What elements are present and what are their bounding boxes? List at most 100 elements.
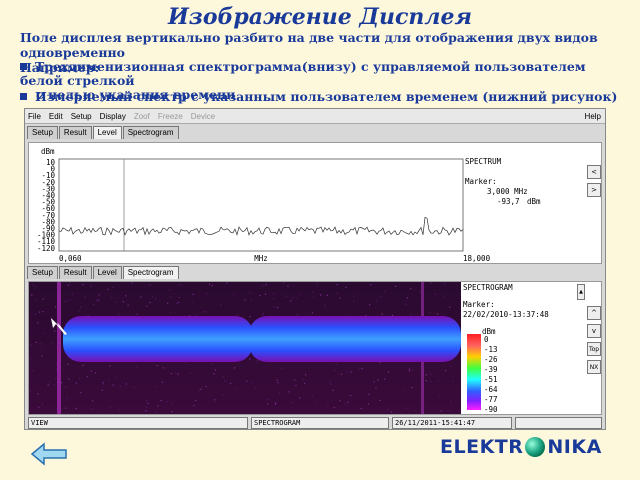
noise-speck [176, 302, 178, 304]
noise-speck [39, 343, 41, 345]
noise-speck [370, 284, 372, 286]
noise-speck [55, 378, 57, 380]
noise-speck [244, 299, 246, 301]
noise-speck [161, 381, 163, 383]
noise-speck [359, 368, 361, 370]
menu-help[interactable]: Help [585, 112, 601, 121]
noise-speck [195, 399, 197, 401]
spectrum-plot-area [58, 158, 464, 252]
spectrum-prev-button[interactable]: < [587, 165, 601, 179]
noise-speck [326, 294, 328, 296]
spectrogram-nx-button[interactable]: NX [587, 360, 601, 374]
noise-speck [335, 363, 337, 365]
scale-label: -90 [484, 405, 498, 414]
tab-level-top[interactable]: Level [92, 126, 122, 139]
tab-result-bottom[interactable]: Result [58, 266, 92, 279]
noise-speck [353, 295, 355, 297]
noise-speck [450, 401, 452, 403]
tab-setup-top[interactable]: Setup [27, 126, 58, 139]
noise-speck [316, 282, 318, 284]
noise-speck [120, 386, 122, 388]
tab-result-top[interactable]: Result [58, 126, 92, 139]
noise-speck [405, 303, 407, 305]
noise-speck [199, 389, 201, 392]
scale-label: 0 [484, 335, 489, 344]
noise-speck [267, 403, 269, 405]
menu-setup[interactable]: Setup [71, 112, 92, 121]
noise-speck [79, 377, 81, 379]
noise-speck [41, 355, 43, 357]
noise-speck [450, 365, 452, 367]
noise-speck [155, 298, 157, 300]
logo-text-left: ELEKTR [440, 436, 524, 458]
back-arrow-icon[interactable] [30, 440, 70, 466]
noise-speck [352, 300, 355, 302]
noise-speck [35, 285, 37, 288]
noise-speck [140, 296, 142, 298]
noise-speck [295, 297, 297, 299]
noise-speck [361, 367, 363, 370]
spectrogram-down-button[interactable]: v [587, 324, 601, 338]
noise-speck [170, 296, 172, 298]
menu-file[interactable]: File [28, 112, 41, 121]
spectrogram-top-button[interactable]: Top [587, 342, 601, 356]
noise-speck [155, 411, 157, 413]
tab-spectrogram-bottom[interactable]: Spectrogram [122, 266, 179, 279]
noise-speck [191, 301, 193, 303]
noise-speck [67, 363, 69, 365]
spectrum-next-button[interactable]: > [587, 183, 601, 197]
noise-speck [29, 357, 31, 359]
noise-speck [177, 373, 179, 375]
menu-device[interactable]: Device [191, 112, 215, 121]
menu-edit[interactable]: Edit [49, 112, 63, 121]
noise-speck [30, 344, 32, 346]
noise-speck [336, 292, 338, 294]
noise-speck [275, 403, 277, 405]
bullet-2-text: Измеряемый спектр с указанным пользовате… [35, 89, 618, 104]
noise-speck [160, 400, 162, 402]
tab-spectrogram-top[interactable]: Spectrogram [122, 126, 179, 139]
noise-speck [334, 369, 336, 371]
spectrum-marker-level: -93,7 [497, 197, 520, 206]
noise-speck [149, 301, 151, 304]
noise-speck [262, 314, 264, 316]
noise-speck [330, 383, 332, 385]
spectrum-y-ticks: 100-10-20-30-40-50-60-70-80-90-100-110-1… [37, 158, 56, 253]
noise-speck [98, 294, 100, 296]
spectrogram-up-button[interactable]: ^ [587, 306, 601, 320]
noise-speck [290, 300, 292, 302]
noise-speck [277, 382, 279, 384]
noise-speck [95, 372, 97, 374]
noise-speck [409, 370, 411, 372]
noise-speck [78, 310, 80, 312]
scale-label: -51 [484, 375, 498, 384]
scale-label: -39 [484, 365, 498, 374]
spectrogram-scroll-icon[interactable]: ▲ [577, 284, 585, 300]
spectrum-marker-label: Marker: [465, 177, 497, 186]
noise-speck [35, 341, 37, 343]
tab-setup-bottom[interactable]: Setup [27, 266, 58, 279]
noise-speck [34, 313, 36, 316]
noise-speck [84, 296, 86, 298]
noise-speck [291, 402, 293, 404]
noise-speck [64, 300, 66, 302]
noise-speck [42, 298, 44, 300]
status-mode: VIEW [28, 417, 248, 429]
noise-speck [101, 389, 103, 391]
menu-zoof[interactable]: Zoof [134, 112, 150, 121]
menu-display[interactable]: Display [100, 112, 126, 121]
noise-speck [178, 284, 180, 286]
noise-speck [283, 282, 285, 284]
noise-speck [169, 289, 171, 291]
tab-level-bottom[interactable]: Level [92, 266, 122, 279]
menu-freeze[interactable]: Freeze [158, 112, 183, 121]
noise-speck [404, 389, 406, 391]
noise-speck [49, 381, 51, 383]
noise-speck [47, 384, 49, 386]
noise-speck [375, 387, 377, 389]
noise-speck [68, 378, 70, 380]
noise-speck [32, 370, 34, 372]
spectrum-marker-level-unit: dBm [527, 197, 541, 206]
noise-speck [189, 372, 191, 374]
noise-speck [91, 408, 93, 410]
